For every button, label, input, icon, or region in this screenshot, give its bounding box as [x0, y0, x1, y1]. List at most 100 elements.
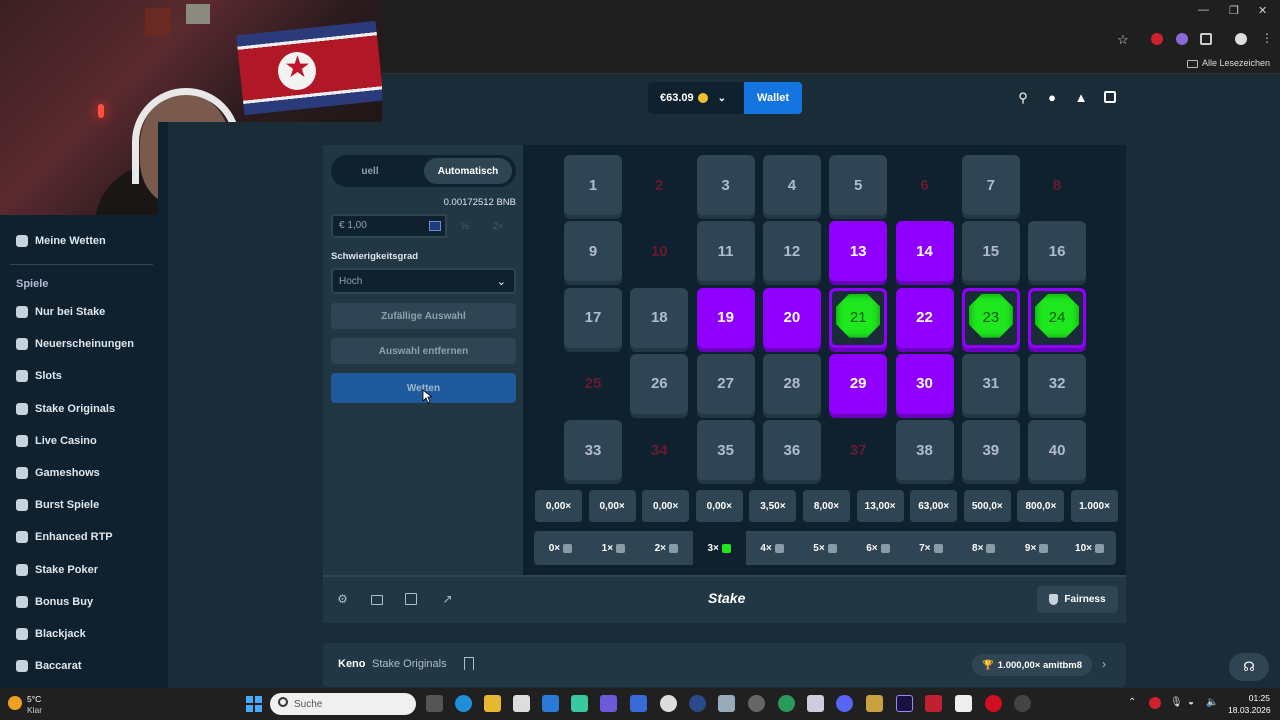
keno-tile-8[interactable]: 8: [1028, 155, 1087, 215]
keno-tile-27[interactable]: 27: [696, 353, 755, 414]
user-icon[interactable]: ●: [1045, 91, 1059, 105]
double-button[interactable]: 2×: [484, 214, 512, 238]
tab-manual[interactable]: uell: [335, 158, 405, 184]
puzzle-icon[interactable]: [1200, 33, 1212, 45]
explorer-icon[interactable]: [484, 695, 501, 712]
keno-tile-29[interactable]: 29: [829, 353, 888, 414]
keno-tile-20[interactable]: 20: [762, 287, 821, 348]
sidebar-item-stake-poker[interactable]: Stake Poker: [16, 563, 98, 576]
keno-tile-23[interactable]: 23: [961, 287, 1020, 348]
game-provider[interactable]: Stake Originals: [372, 658, 447, 670]
sidebar-item-live-casino[interactable]: Live Casino: [16, 434, 97, 447]
sidebar-item-burst-spiele[interactable]: Burst Spiele: [16, 499, 99, 512]
minimize-icon[interactable]: —: [1198, 4, 1209, 16]
keno-tile-3[interactable]: 3: [696, 155, 755, 215]
extension-icon[interactable]: [1151, 33, 1163, 45]
fairness-button[interactable]: Fairness: [1037, 586, 1118, 613]
sidebar-item-gameshows[interactable]: Gameshows: [16, 467, 100, 479]
weather-icon[interactable]: [8, 696, 22, 710]
app-icon[interactable]: [571, 695, 588, 712]
sidebar-item-my-bets[interactable]: Meine Wetten: [16, 235, 106, 247]
profile-icon[interactable]: [1235, 33, 1247, 45]
keno-tile-37[interactable]: 37: [829, 420, 888, 481]
bell-icon[interactable]: ▲: [1074, 91, 1088, 105]
app-icon[interactable]: [866, 695, 883, 712]
keno-tile-17[interactable]: 17: [564, 287, 622, 348]
keno-tile-39[interactable]: 39: [961, 420, 1020, 481]
keno-tile-12[interactable]: 12: [762, 221, 821, 282]
keno-tile-31[interactable]: 31: [961, 353, 1020, 414]
keno-tile-35[interactable]: 35: [696, 420, 755, 481]
app-icon[interactable]: [807, 695, 824, 712]
sidebar-item-baccarat[interactable]: Baccarat: [16, 660, 81, 673]
store-icon[interactable]: [513, 695, 530, 712]
all-bookmarks[interactable]: Alle Lesezeichen: [1186, 58, 1270, 68]
network-icon[interactable]: ◒: [1188, 697, 1194, 708]
keno-tile-33[interactable]: 33: [564, 420, 622, 481]
keno-tile-32[interactable]: 32: [1028, 353, 1087, 414]
keno-tile-1[interactable]: 1: [564, 155, 622, 215]
discord-icon[interactable]: [836, 695, 853, 712]
sidebar-item-bonus-buy[interactable]: Bonus Buy: [16, 595, 93, 608]
app-icon[interactable]: [778, 695, 795, 712]
mail-icon[interactable]: [542, 695, 559, 712]
star-icon[interactable]: ☆: [1117, 32, 1129, 48]
popout-icon[interactable]: ↗: [441, 593, 454, 606]
theatre-mode-icon[interactable]: [371, 595, 383, 605]
settings-icon[interactable]: [748, 695, 765, 712]
app-icon[interactable]: [718, 695, 735, 712]
keno-tile-11[interactable]: 11: [696, 221, 755, 282]
keno-tile-9[interactable]: 9: [564, 221, 622, 282]
sidebar-item-enhanced-rtp[interactable]: Enhanced RTP: [16, 531, 113, 544]
keno-tile-15[interactable]: 15: [961, 221, 1020, 282]
wallet-button[interactable]: Wallet: [744, 82, 802, 114]
difficulty-select[interactable]: Hoch ⌄: [331, 268, 516, 294]
keno-tile-7[interactable]: 7: [961, 155, 1020, 215]
app-icon[interactable]: [1014, 695, 1031, 712]
stats-icon[interactable]: [405, 593, 417, 605]
tab-auto[interactable]: Automatisch: [424, 158, 512, 184]
bookmark-icon[interactable]: [464, 657, 474, 670]
keno-tile-19[interactable]: 19: [696, 287, 755, 348]
app-icon[interactable]: [660, 695, 677, 712]
balance-dropdown[interactable]: €63.09 ⌄: [648, 82, 744, 114]
tray-app-icon[interactable]: [1149, 697, 1161, 709]
keno-tile-14[interactable]: 14: [895, 221, 954, 282]
keno-tile-28[interactable]: 28: [762, 353, 821, 414]
microphone-icon[interactable]: 🎙: [1170, 697, 1183, 708]
random-pick-button[interactable]: Zufällige Auswahl: [331, 303, 516, 329]
teams-icon[interactable]: [600, 695, 617, 712]
extension-icon[interactable]: [1176, 33, 1188, 45]
keno-tile-38[interactable]: 38: [895, 420, 954, 481]
settings-icon[interactable]: ⚙: [336, 593, 349, 606]
premiere-icon[interactable]: [896, 695, 913, 712]
keno-tile-5[interactable]: 5: [829, 155, 888, 215]
sidebar-toggle-icon[interactable]: [1104, 91, 1116, 103]
task-view-icon[interactable]: [426, 695, 443, 712]
maximize-icon[interactable]: ❐: [1229, 4, 1239, 17]
chevron-right-icon[interactable]: ›: [1102, 657, 1106, 671]
app-icon[interactable]: [689, 695, 706, 712]
chevron-up-icon[interactable]: ⌃: [1128, 697, 1136, 708]
keno-tile-16[interactable]: 16: [1028, 221, 1087, 282]
keno-tile-2[interactable]: 2: [630, 155, 689, 215]
app-icon[interactable]: [925, 695, 942, 712]
keno-tile-6[interactable]: 6: [895, 155, 954, 215]
keno-tile-30[interactable]: 30: [895, 353, 954, 414]
taskbar-search[interactable]: Suche: [270, 693, 416, 715]
keno-tile-40[interactable]: 40: [1028, 420, 1087, 481]
half-button[interactable]: ½: [452, 214, 478, 238]
keno-tile-22[interactable]: 22: [895, 287, 954, 348]
sidebar-item-blackjack[interactable]: Blackjack: [16, 628, 86, 640]
keno-tile-21[interactable]: 21: [829, 287, 888, 348]
volume-icon[interactable]: 🔈: [1206, 697, 1218, 708]
opera-icon[interactable]: [985, 695, 1002, 712]
keno-tile-10[interactable]: 10: [630, 221, 689, 282]
keno-tile-26[interactable]: 26: [630, 353, 689, 414]
clock-date[interactable]: 18.03.2026: [1228, 705, 1271, 715]
keno-tile-36[interactable]: 36: [762, 420, 821, 481]
sidebar-item-slots[interactable]: Slots: [16, 370, 62, 383]
keno-tile-4[interactable]: 4: [762, 155, 821, 215]
search-icon[interactable]: ⚲: [1016, 91, 1030, 105]
keno-tile-18[interactable]: 18: [630, 287, 689, 348]
